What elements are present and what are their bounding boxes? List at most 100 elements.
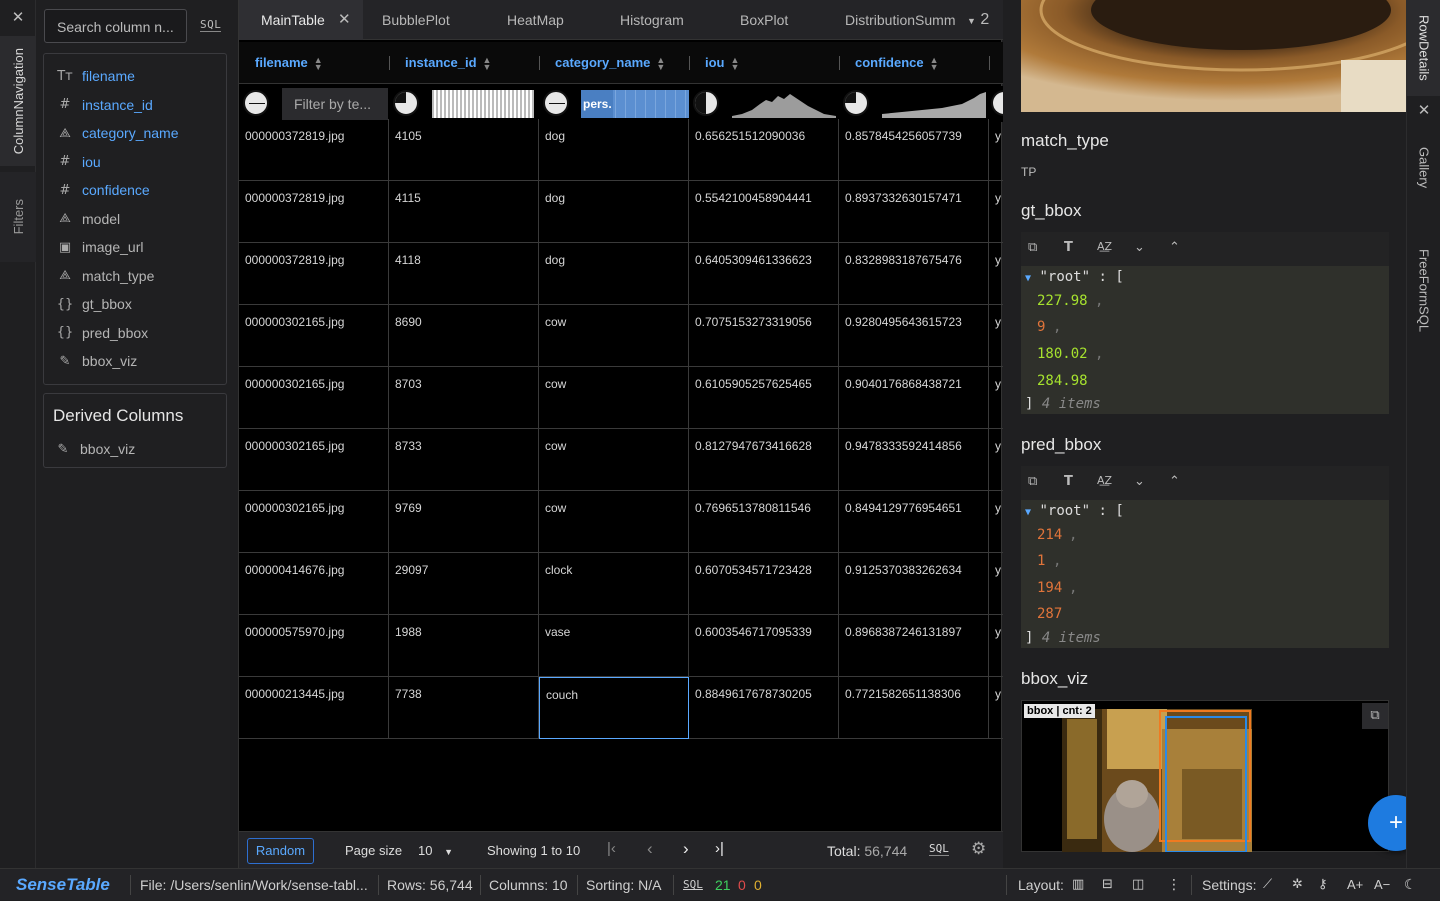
column-header-filename[interactable]: filename ▲ ▼ xyxy=(255,42,323,84)
cell-filename[interactable]: 000000302165.jpg xyxy=(239,305,389,367)
cell-filename[interactable]: 000000372819.jpg xyxy=(239,181,389,243)
column-item-gt-bbox[interactable]: {} gt_bbox xyxy=(56,293,132,315)
column-search-input[interactable]: Search column n... xyxy=(44,9,187,43)
font-increase-icon[interactable]: A+ xyxy=(1347,869,1363,901)
cell-iou[interactable]: 0.6003546717095339 xyxy=(689,615,839,677)
cell-filename[interactable]: 000000302165.jpg xyxy=(239,367,389,429)
cell-filename[interactable]: 000000372819.jpg xyxy=(239,119,389,181)
cell-iou[interactable]: 0.6405309461336623 xyxy=(689,243,839,305)
cell-iou[interactable]: 0.8127947673416628 xyxy=(689,429,839,491)
cell-category-name[interactable]: cow xyxy=(539,367,689,429)
table-row[interactable]: 000000302165.jpg 8733 cow 0.812794767341662… xyxy=(239,429,1003,491)
tab-heatmap[interactable]: HeatMap xyxy=(507,0,564,40)
layout-rows-icon[interactable]: ⊟ xyxy=(1102,869,1113,901)
expand-icon[interactable]: ⌄ xyxy=(1134,474,1145,489)
cell-confidence[interactable]: 0.8937332630157471 xyxy=(839,181,989,243)
cell-iou[interactable]: 0.8849617678730205 xyxy=(689,677,839,739)
cell-model[interactable]: y xyxy=(989,243,1003,305)
filter-pie-icon[interactable] xyxy=(243,90,269,116)
cell-category-name[interactable]: cow xyxy=(539,429,689,491)
table-row[interactable]: 000000302165.jpg 9769 cow 0.769651378081154… xyxy=(239,491,1003,553)
table-row[interactable]: 000000302165.jpg 8703 cow 0.610590525762546… xyxy=(239,367,1003,429)
cell-confidence[interactable]: 0.9478333592414856 xyxy=(839,429,989,491)
table-row[interactable]: 000000302165.jpg 8690 cow 0.707515327331905… xyxy=(239,305,1003,367)
column-item-image-url[interactable]: ▣ image_url xyxy=(56,236,144,258)
close-tab-icon[interactable]: ✕ xyxy=(338,0,351,40)
tab-bubbleplot[interactable]: BubblePlot xyxy=(382,0,450,40)
chart-icon[interactable]: ⟋ xyxy=(1263,869,1272,901)
sort-icon[interactable]: ▲ ▼ xyxy=(930,55,939,71)
next-page-icon[interactable]: › xyxy=(683,839,689,859)
filter-pie-icon[interactable] xyxy=(543,90,569,116)
table-row[interactable]: 000000575970.jpg 1988 vase 0.60035467170953… xyxy=(239,615,1003,677)
cell-category-name[interactable]: dog xyxy=(539,119,689,181)
cell-instance-id[interactable]: 8703 xyxy=(389,367,539,429)
json-root[interactable]: ▼ "root" : [ xyxy=(1025,503,1124,519)
bug-icon[interactable]: ✲ xyxy=(1292,869,1303,901)
column-header-category-name[interactable]: category_name ▲ ▼ xyxy=(555,42,665,84)
gear-icon[interactable]: ⚙ xyxy=(971,839,986,859)
bbox-viz-image[interactable] xyxy=(1062,709,1252,852)
cell-confidence[interactable]: 0.9280495643615723 xyxy=(839,305,989,367)
collapse-icon[interactable]: ⌃ xyxy=(1169,474,1180,489)
cell-confidence[interactable]: 0.9125370383262634 xyxy=(839,553,989,615)
cell-model[interactable]: y xyxy=(989,367,1003,429)
close-icon[interactable]: ✕ xyxy=(1407,96,1440,124)
cell-model[interactable]: y xyxy=(989,677,1003,739)
filter-pie-icon[interactable] xyxy=(393,90,419,116)
cell-category-name[interactable]: clock xyxy=(539,553,689,615)
prev-page-icon[interactable]: ‹ xyxy=(647,839,653,859)
cell-iou[interactable]: 0.7075153273319056 xyxy=(689,305,839,367)
tab-boxplot[interactable]: BoxPlot xyxy=(740,0,788,40)
cell-filename[interactable]: 000000414676.jpg xyxy=(239,553,389,615)
cell-category-name[interactable]: cow xyxy=(539,305,689,367)
column-item-category-name[interactable]: ⟁ category_name xyxy=(56,122,178,144)
cell-instance-id[interactable]: 8690 xyxy=(389,305,539,367)
cell-category-name[interactable]: dog xyxy=(539,243,689,305)
cell-model[interactable]: y xyxy=(989,181,1003,243)
cell-instance-id[interactable]: 1988 xyxy=(389,615,539,677)
column-item-confidence[interactable]: # confidence xyxy=(56,179,150,201)
random-button[interactable]: Random xyxy=(247,838,314,864)
cell-category-name[interactable]: cow xyxy=(539,491,689,553)
cell-filename[interactable]: 000000302165.jpg xyxy=(239,491,389,553)
open-external-icon[interactable]: ⧉ xyxy=(1362,703,1388,729)
tab-row-details[interactable]: RowDetails xyxy=(1407,0,1440,96)
filename-filter-input[interactable]: Filter by te... xyxy=(282,88,388,120)
table-row[interactable]: 000000372819.jpg 4115 dog 0.554210045890444… xyxy=(239,181,1003,243)
tab-histogram[interactable]: Histogram xyxy=(620,0,684,40)
text-format-icon[interactable]: T xyxy=(1064,240,1073,255)
column-item-bbox-viz[interactable]: ✎ bbox_viz xyxy=(56,350,138,372)
font-decrease-icon[interactable]: A− xyxy=(1374,869,1390,901)
cell-iou[interactable]: 0.6105905257625465 xyxy=(689,367,839,429)
more-vertical-icon[interactable]: ⋮ xyxy=(1167,869,1181,901)
cell-category-name[interactable]: dog xyxy=(539,181,689,243)
sort-az-icon[interactable]: A͟Z xyxy=(1097,474,1112,487)
sort-icon[interactable]: ▲ ▼ xyxy=(731,55,740,71)
cell-confidence[interactable]: 0.7721582651138306 xyxy=(839,677,989,739)
key-icon[interactable]: ⚷ xyxy=(1318,869,1328,901)
column-item-match-type[interactable]: ⟁ match_type xyxy=(56,265,154,287)
layout-columns-icon[interactable]: ◫ xyxy=(1132,869,1144,901)
filter-pie-icon[interactable] xyxy=(693,90,719,116)
cell-iou[interactable]: 0.7696513780811546 xyxy=(689,491,839,553)
cell-instance-id[interactable]: 4115 xyxy=(389,181,539,243)
first-page-icon[interactable]: |‹ xyxy=(607,840,616,857)
copy-icon[interactable]: ⧉ xyxy=(1028,240,1037,255)
layout-single-icon[interactable]: ▥ xyxy=(1072,869,1084,901)
tab-maintable[interactable]: MainTable ✕ xyxy=(239,0,363,40)
column-header-instance-id[interactable]: instance_id ▲ ▼ xyxy=(405,42,491,84)
cell-model[interactable]: y xyxy=(989,491,1003,553)
cell-iou[interactable]: 0.6070534571723428 xyxy=(689,553,839,615)
table-row[interactable]: 000000414676.jpg 29097 clock 0.607053457172… xyxy=(239,553,1003,615)
collapse-icon[interactable]: ⌃ xyxy=(1169,240,1180,255)
derived-column-item[interactable]: ✎ bbox_viz xyxy=(54,438,136,460)
column-item-instance-id[interactable]: # instance_id xyxy=(56,94,153,116)
cell-filename[interactable]: 000000575970.jpg xyxy=(239,615,389,677)
close-icon[interactable]: ✕ xyxy=(0,0,36,36)
cell-instance-id[interactable]: 9769 xyxy=(389,491,539,553)
tab-overflow-menu[interactable]: ▼ 2 xyxy=(967,0,989,40)
last-page-icon[interactable]: ›| xyxy=(715,840,724,857)
cell-instance-id[interactable]: 4105 xyxy=(389,119,539,181)
sort-icon[interactable]: ▲ ▼ xyxy=(483,55,492,71)
